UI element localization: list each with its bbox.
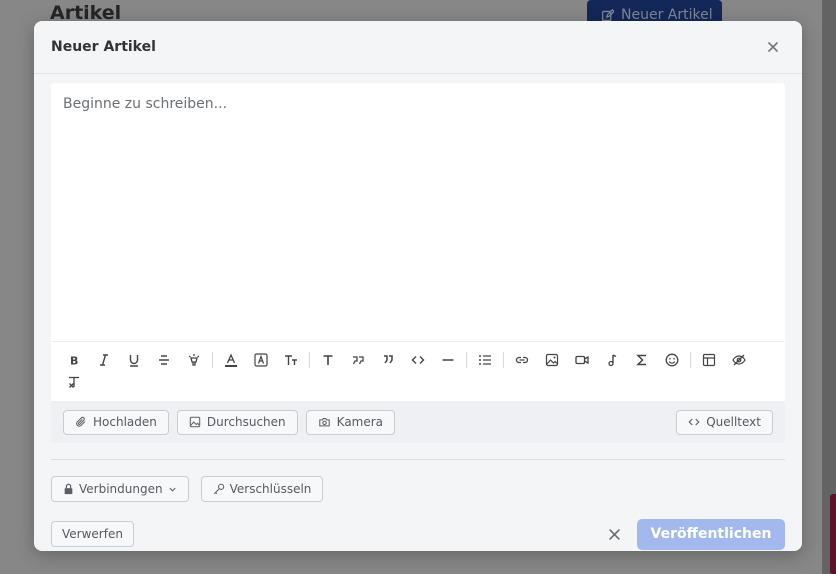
horizontal-rule-icon[interactable] [433, 349, 463, 371]
editor-placeholder: Beginne zu schreiben... [63, 96, 228, 112]
background-accent [830, 494, 836, 574]
audio-icon[interactable] [597, 349, 627, 371]
highlight-icon[interactable] [179, 349, 209, 371]
camera-icon [318, 416, 331, 428]
heading-icon[interactable] [313, 349, 343, 371]
formula-icon[interactable] [627, 349, 657, 371]
formatting-toolbar: B [51, 341, 785, 401]
image-icon[interactable] [537, 349, 567, 371]
font-size-icon[interactable] [276, 349, 306, 371]
svg-text:B: B [70, 355, 78, 368]
lock-icon [63, 483, 74, 495]
dialog-footer: Verwerfen Veröffentlichen [51, 518, 785, 550]
toolbar-separator [466, 352, 467, 368]
background-color-icon[interactable] [246, 349, 276, 371]
toolbar-row: B [59, 349, 777, 371]
key-icon [213, 483, 225, 495]
camera-button[interactable]: Kamera [305, 409, 396, 435]
spoiler-icon[interactable] [724, 349, 754, 371]
video-icon[interactable] [567, 349, 597, 371]
underline-icon[interactable] [119, 349, 149, 371]
close-icon[interactable] [603, 523, 625, 545]
toolbar-row [59, 371, 777, 393]
new-article-dialog: Neuer Artikel Beginne zu schreiben... B [34, 21, 802, 551]
bullet-list-icon[interactable] [470, 349, 500, 371]
options-row: Verbindungen Verschlüsseln [51, 476, 324, 502]
paperclip-icon [75, 416, 87, 428]
publish-button[interactable]: Veröffentlichen [637, 518, 785, 550]
upload-button[interactable]: Hochladen [63, 409, 169, 435]
divider [51, 459, 785, 460]
encrypt-button[interactable]: Verschlüsseln [200, 476, 324, 502]
code-icon [688, 416, 700, 428]
image-icon [189, 416, 201, 428]
bold-icon[interactable]: B [59, 349, 89, 371]
browse-label: Durchsuchen [206, 415, 286, 429]
table-icon[interactable] [694, 349, 724, 371]
toolbar-separator [503, 352, 504, 368]
attachment-bar: Hochladen Durchsuchen Kamera Quelltext [51, 401, 785, 443]
chevron-down-icon [168, 485, 177, 494]
discard-button[interactable]: Verwerfen [51, 521, 134, 547]
editor-input[interactable]: Beginne zu schreiben... [51, 83, 785, 341]
toolbar-separator [212, 352, 213, 368]
toolbar-separator [309, 352, 310, 368]
toolbar-separator [690, 352, 691, 368]
source-code-button[interactable]: Quelltext [676, 409, 773, 435]
emoji-icon[interactable] [657, 349, 687, 371]
camera-label: Kamera [336, 415, 384, 429]
connections-dropdown[interactable]: Verbindungen [51, 476, 189, 502]
blockquote-icon[interactable] [343, 349, 373, 371]
strikethrough-icon[interactable] [149, 349, 179, 371]
link-icon[interactable] [507, 349, 537, 371]
clear-format-icon[interactable] [59, 371, 89, 393]
close-icon[interactable] [764, 38, 782, 56]
source-code-label: Quelltext [706, 415, 761, 429]
browse-button[interactable]: Durchsuchen [176, 409, 298, 435]
text-color-icon[interactable] [216, 349, 246, 371]
italic-icon[interactable] [89, 349, 119, 371]
upload-label: Hochladen [93, 415, 157, 429]
code-icon[interactable] [403, 349, 433, 371]
connections-label: Verbindungen [79, 482, 163, 496]
dialog-title: Neuer Artikel [51, 39, 156, 55]
dialog-header: Neuer Artikel [34, 21, 802, 74]
quote-icon[interactable] [373, 349, 403, 371]
encrypt-label: Verschlüsseln [229, 482, 312, 496]
